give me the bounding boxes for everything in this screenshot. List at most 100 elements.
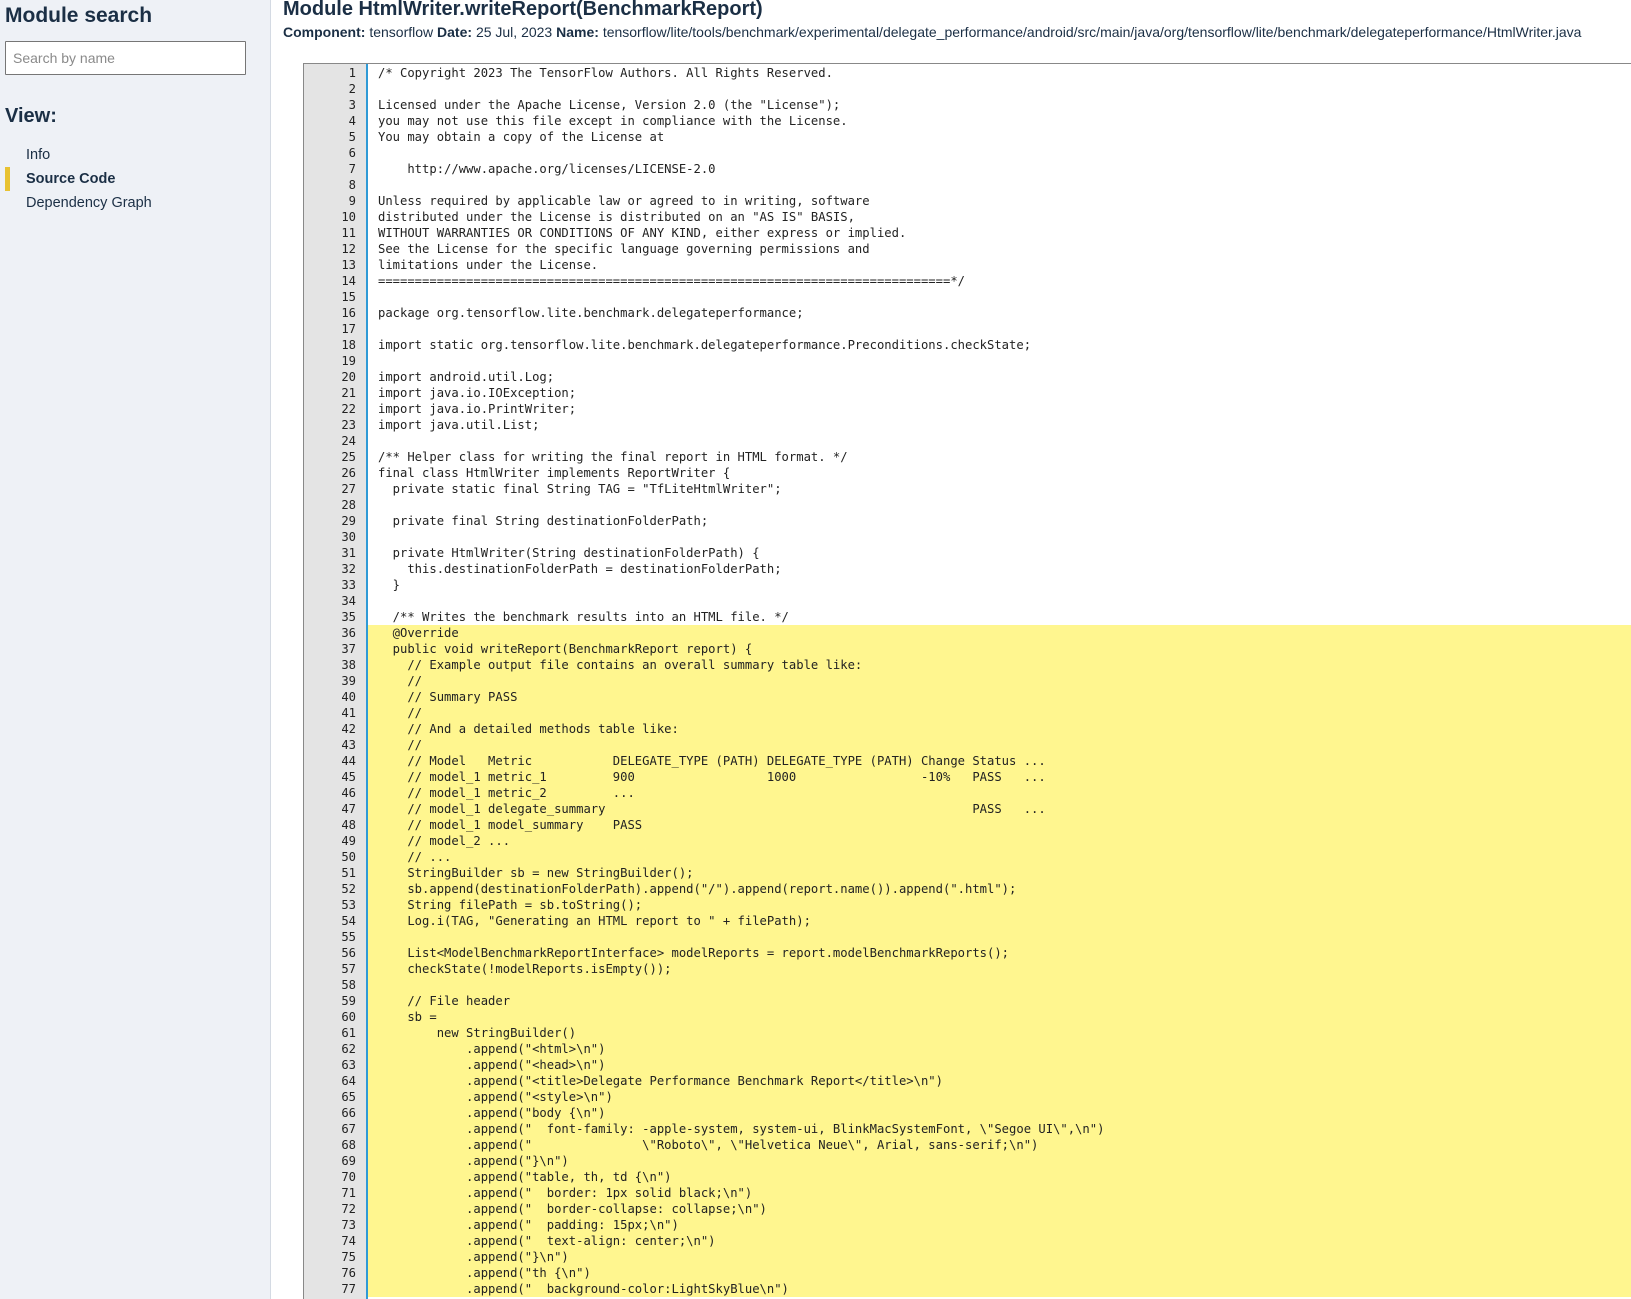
view-heading: View: — [5, 105, 57, 127]
code-line: 26 final class HtmlWriter implements Repo… — [304, 465, 1631, 481]
line-text: private final String destinationFolderPa… — [378, 514, 709, 528]
code-line: 10 distributed under the License is distr… — [304, 209, 1631, 225]
line-number: 8 — [348, 178, 356, 192]
line-number: 2 — [348, 82, 356, 96]
line-number: 61 — [341, 1026, 356, 1040]
line-number: 52 — [341, 882, 356, 896]
line-text: .append(" \"Roboto\", \"Helvetica Neue\"… — [368, 1137, 1631, 1153]
code-line: 2 — [304, 81, 1631, 97]
code-line: 34 — [304, 593, 1631, 609]
code-line: 28 — [304, 497, 1631, 513]
line-number: 47 — [341, 802, 356, 816]
code-line: 42 // And a detailed methods table like: — [304, 721, 1631, 737]
line-number: 63 — [341, 1058, 356, 1072]
line-text: .append("body {\n") — [368, 1105, 1631, 1121]
line-text: /* Copyright 2023 The TensorFlow Authors… — [378, 66, 833, 80]
line-number: 9 — [348, 194, 356, 208]
line-text: // — [368, 737, 1631, 753]
code-line: 76 .append("th {\n") — [304, 1265, 1631, 1281]
code-line: 65 .append("<style>\n") — [304, 1089, 1631, 1105]
line-number: 36 — [341, 626, 356, 640]
line-text: private static final String TAG = "TfLit… — [378, 482, 782, 496]
line-text: // model_1 metric_2 ... — [368, 785, 1631, 801]
line-text: You may obtain a copy of the License at — [378, 130, 665, 144]
source-code-viewer[interactable]: 1 /* Copyright 2023 The TensorFlow Author… — [303, 63, 1631, 1299]
line-text: .append(" border-collapse: collapse;\n") — [368, 1201, 1631, 1217]
line-number: 67 — [341, 1122, 356, 1136]
line-text: you may not use this file except in comp… — [378, 114, 848, 128]
line-text: limitations under the License. — [378, 258, 599, 272]
line-text: sb.append(destinationFolderPath).append(… — [368, 881, 1631, 897]
line-text: import java.io.IOException; — [378, 386, 577, 400]
code-line: 4 you may not use this file except in com… — [304, 113, 1631, 129]
main-content: Module HtmlWriter.writeReport(BenchmarkR… — [271, 0, 1631, 1299]
line-number: 27 — [341, 482, 356, 496]
line-number: 15 — [341, 290, 356, 304]
line-number: 45 — [341, 770, 356, 784]
line-text: // model_1 delegate_summary PASS ... — [368, 801, 1631, 817]
name-value: tensorflow/lite/tools/benchmark/experime… — [602, 24, 1582, 40]
component-value: tensorflow — [369, 24, 434, 40]
nav-item-info[interactable]: Info — [5, 143, 255, 167]
line-text: private HtmlWriter(String destinationFol… — [378, 546, 760, 560]
code-line: 55 — [304, 929, 1631, 945]
line-number: 30 — [341, 530, 356, 544]
code-line: 56 List<ModelBenchmarkReportInterface> m… — [304, 945, 1631, 961]
line-number: 28 — [341, 498, 356, 512]
code-line: 72 .append(" border-collapse: collapse;\… — [304, 1201, 1631, 1217]
code-line: 77 .append(" background-color:LightSkyBl… — [304, 1281, 1631, 1297]
line-text: .append("}\n") — [368, 1249, 1631, 1265]
line-text: .append("table, th, td {\n") — [368, 1169, 1631, 1185]
line-number: 14 — [341, 274, 356, 288]
line-number: 68 — [341, 1138, 356, 1152]
code-line: 21 import java.io.IOException; — [304, 385, 1631, 401]
code-line: 68 .append(" \"Roboto\", \"Helvetica Neu… — [304, 1137, 1631, 1153]
line-number: 77 — [341, 1282, 356, 1296]
code-line: 57 checkState(!modelReports.isEmpty()); — [304, 961, 1631, 977]
code-line: 35 /** Writes the benchmark results into… — [304, 609, 1631, 625]
code-line: 31 private HtmlWriter(String destination… — [304, 545, 1631, 561]
line-text: http://www.apache.org/licenses/LICENSE-2… — [378, 162, 716, 176]
line-number: 51 — [341, 866, 356, 880]
sidebar: Module search View: Info Source Code Dep… — [0, 0, 271, 1299]
line-number: 16 — [341, 306, 356, 320]
line-number: 13 — [341, 258, 356, 272]
code-lines: 1 /* Copyright 2023 The TensorFlow Author… — [304, 65, 1631, 1297]
nav-item-source-code[interactable]: Source Code — [5, 167, 255, 191]
line-number: 64 — [341, 1074, 356, 1088]
module-search-title: Module search — [5, 4, 153, 27]
line-number: 39 — [341, 674, 356, 688]
search-input[interactable] — [5, 41, 246, 75]
line-text: sb = — [368, 1009, 1631, 1025]
code-line: 63 .append("<head>\n") — [304, 1057, 1631, 1073]
code-line: 67 .append(" font-family: -apple-system,… — [304, 1121, 1631, 1137]
line-number: 5 — [348, 130, 356, 144]
line-text: // Summary PASS — [368, 689, 1631, 705]
line-number: 75 — [341, 1250, 356, 1264]
line-number: 57 — [341, 962, 356, 976]
line-text: /** Writes the benchmark results into an… — [378, 610, 789, 624]
line-number: 21 — [341, 386, 356, 400]
line-number: 41 — [341, 706, 356, 720]
code-line: 48 // model_1 model_summary PASS — [304, 817, 1631, 833]
line-text — [378, 353, 1631, 369]
line-number: 34 — [341, 594, 356, 608]
code-line: 39 // — [304, 673, 1631, 689]
code-line: 53 String filePath = sb.toString(); — [304, 897, 1631, 913]
line-text: String filePath = sb.toString(); — [368, 897, 1631, 913]
code-line: 25 /** Helper class for writing the final… — [304, 449, 1631, 465]
nav-item-dependency-graph[interactable]: Dependency Graph — [5, 191, 255, 215]
code-line: 40 // Summary PASS — [304, 689, 1631, 705]
code-line: 16 package org.tensorflow.lite.benchmark.… — [304, 305, 1631, 321]
code-line: 74 .append(" text-align: center;\n") — [304, 1233, 1631, 1249]
line-number: 69 — [341, 1154, 356, 1168]
code-line: 1 /* Copyright 2023 The TensorFlow Author… — [304, 65, 1631, 81]
line-text: // model_1 metric_1 900 1000 -10% PASS .… — [368, 769, 1631, 785]
line-text — [378, 321, 1631, 337]
line-text: WITHOUT WARRANTIES OR CONDITIONS OF ANY … — [378, 226, 907, 240]
line-number: 46 — [341, 786, 356, 800]
line-number: 49 — [341, 834, 356, 848]
line-text: @Override — [368, 625, 1631, 641]
line-text — [368, 929, 1631, 945]
line-text: /** Helper class for writing the final r… — [378, 450, 848, 464]
